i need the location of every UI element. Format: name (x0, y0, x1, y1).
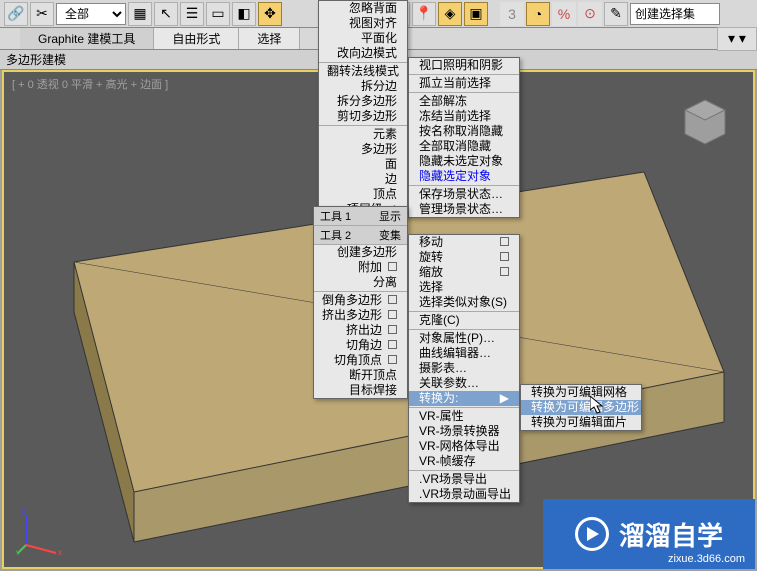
menu-planarize[interactable]: 平面化 (319, 31, 407, 46)
menu-hide-selection[interactable]: 隐藏选定对象 (409, 169, 519, 184)
snap-3d-icon[interactable]: ◈ (438, 2, 462, 26)
menu-viewport-lighting[interactable]: 视口照明和阴影 (409, 58, 519, 73)
svg-text:x: x (58, 548, 62, 555)
menu-view-align[interactable]: 视图对齐 (319, 16, 407, 31)
play-icon (575, 517, 609, 551)
menu-split-poly[interactable]: 拆分多边形 (319, 94, 407, 109)
menu-select-similar[interactable]: 选择类似对象(S) (409, 295, 519, 310)
menu-dope-sheet[interactable]: 摄影表… (409, 361, 519, 376)
watermark-brand: 溜溜自学 (619, 516, 723, 553)
menu-edge[interactable]: 边 (319, 172, 407, 187)
context-menu-quad-bottomright: 移动 旋转 缩放 选择 选择类似对象(S) 克隆(C) 对象属性(P)… 曲线编… (408, 234, 520, 503)
spinner-snap-icon[interactable]: ⊙ (578, 2, 602, 26)
menu-convert-editable-poly[interactable]: 转换为可编辑多边形 (521, 400, 641, 415)
menu-wire-params[interactable]: 关联参数… (409, 376, 519, 391)
menu-chamfer-edge[interactable]: 切角边 (314, 338, 407, 353)
svg-text:y: y (16, 548, 20, 555)
menu-vr-scene-export[interactable]: .VR场景导出 (409, 470, 519, 487)
menu-ignore-backface[interactable]: 忽略背面 (319, 1, 407, 16)
snap-toggle-icon[interactable]: 3 (500, 2, 524, 26)
watermark-url: zixue.3d66.com (668, 553, 745, 565)
menu-convert-to[interactable]: 转换为:▶ (409, 391, 519, 406)
menu-element[interactable]: 元素 (319, 125, 407, 142)
menu-isolate-selection[interactable]: 孤立当前选择 (409, 74, 519, 91)
menu-edge-mode[interactable]: 改向边模式 (319, 46, 407, 61)
menu-unhide-by-name[interactable]: 按名称取消隐藏 (409, 124, 519, 139)
context-menu-quad-bottomleft: 工具 1显示 工具 2变集 创建多边形 附加 分离 倒角多边形 挤出多边形 挤出… (313, 206, 408, 399)
menu-flip-normals[interactable]: 翻转法线模式 (319, 62, 407, 79)
svg-text:z: z (22, 506, 26, 515)
menu-convert-editable-patch[interactable]: 转换为可编辑面片 (521, 415, 641, 430)
watermark: 溜溜自学 zixue.3d66.com (543, 499, 755, 569)
menu-unfreeze-all[interactable]: 全部解冻 (409, 92, 519, 109)
cursor-icon[interactable]: ↖ (154, 2, 178, 26)
context-menu-quad-topleft: 忽略背面 视图对齐 平面化 改向边模式 翻转法线模式 拆分边 拆分多边形 剪切多… (318, 0, 408, 218)
menu-polygon[interactable]: 多边形 (319, 142, 407, 157)
ribbon-expand-icon[interactable]: ▾ ▾ (717, 27, 757, 51)
menu-face[interactable]: 面 (319, 157, 407, 172)
filter-dropdown[interactable]: 全部 (56, 3, 126, 25)
axis-gizmo: z x y (16, 505, 66, 555)
menu-freeze-selection[interactable]: 冻结当前选择 (409, 109, 519, 124)
ribbon-tab-freeform[interactable]: 自由形式 (154, 28, 239, 49)
menu-vr-mesh-export[interactable]: VR-网格体导出 (409, 439, 519, 454)
menu-curve-editor[interactable]: 曲线编辑器… (409, 346, 519, 361)
menu-unhide-all[interactable]: 全部取消隐藏 (409, 139, 519, 154)
menu3-header1: 工具 1显示 (314, 207, 407, 226)
context-menu-quad-topright: 视口照明和阴影 孤立当前选择 全部解冻 冻结当前选择 按名称取消隐藏 全部取消隐… (408, 57, 520, 218)
menu-break-vertex[interactable]: 断开顶点 (314, 368, 407, 383)
menu-vr-frame-buffer[interactable]: VR-帧缓存 (409, 454, 519, 469)
menu3-header2: 工具 2变集 (314, 226, 407, 245)
menu-bevel-poly[interactable]: 倒角多边形 (314, 291, 407, 308)
percent-snap-icon[interactable]: % (552, 2, 576, 26)
menu-split-edge[interactable]: 拆分边 (319, 79, 407, 94)
menu-cut-poly[interactable]: 剪切多边形 (319, 109, 407, 124)
menu-vr-anim-export[interactable]: .VR场景动画导出 (409, 487, 519, 502)
menu-rotate[interactable]: 旋转 (409, 250, 519, 265)
menu-scale[interactable]: 缩放 (409, 265, 519, 280)
menu-convert-editable-mesh[interactable]: 转换为可编辑网格 (521, 385, 641, 400)
pin-icon[interactable]: 📍 (412, 2, 436, 26)
tool-unlink-icon[interactable]: ✂ (30, 2, 54, 26)
selection-set-input[interactable] (630, 3, 720, 25)
angle-snap-icon[interactable]: ◔ (526, 2, 550, 26)
menu-hide-unselected[interactable]: 隐藏未选定对象 (409, 154, 519, 169)
ribbon-tab-select[interactable]: 选择 (239, 28, 300, 49)
select-icon[interactable]: ▦ (128, 2, 152, 26)
cursor-icon (590, 396, 606, 416)
menu-vertex[interactable]: 顶点 (319, 187, 407, 202)
tool-link-icon[interactable]: 🔗 (4, 2, 28, 26)
menu-chamfer-vertex[interactable]: 切角顶点 (314, 353, 407, 368)
rect-select-icon[interactable]: ▭ (206, 2, 230, 26)
convert-to-submenu: 转换为可编辑网格 转换为可编辑多边形 转换为可编辑面片 (520, 384, 642, 431)
menu-move[interactable]: 移动 (409, 235, 519, 250)
menu-extrude-poly[interactable]: 挤出多边形 (314, 308, 407, 323)
viewcube[interactable] (675, 92, 735, 152)
menu-save-scene-state[interactable]: 保存场景状态… (409, 185, 519, 202)
name-select-icon[interactable]: ☰ (180, 2, 204, 26)
ribbon-tab-graphite[interactable]: Graphite 建模工具 (20, 28, 154, 49)
menu-clone[interactable]: 克隆(C) (409, 311, 519, 328)
window-cross-icon[interactable]: ◧ (232, 2, 256, 26)
poly-model-label: 多边形建模 (6, 51, 66, 68)
menu-manage-scene-state[interactable]: 管理场景状态… (409, 202, 519, 217)
menu-detach[interactable]: 分离 (314, 275, 407, 290)
snap-box-icon[interactable]: ▣ (464, 2, 488, 26)
menu-extrude-edge[interactable]: 挤出边 (314, 323, 407, 338)
move-icon[interactable]: ✥ (258, 2, 282, 26)
menu-attach[interactable]: 附加 (314, 260, 407, 275)
menu-create-poly[interactable]: 创建多边形 (314, 245, 407, 260)
edit-named-icon[interactable]: ✎ (604, 2, 628, 26)
menu-target-weld[interactable]: 目标焊接 (314, 383, 407, 398)
menu-select[interactable]: 选择 (409, 280, 519, 295)
menu-vr-properties[interactable]: VR-属性 (409, 407, 519, 424)
menu-vr-scene-converter[interactable]: VR-场景转换器 (409, 424, 519, 439)
menu-object-props[interactable]: 对象属性(P)… (409, 329, 519, 346)
